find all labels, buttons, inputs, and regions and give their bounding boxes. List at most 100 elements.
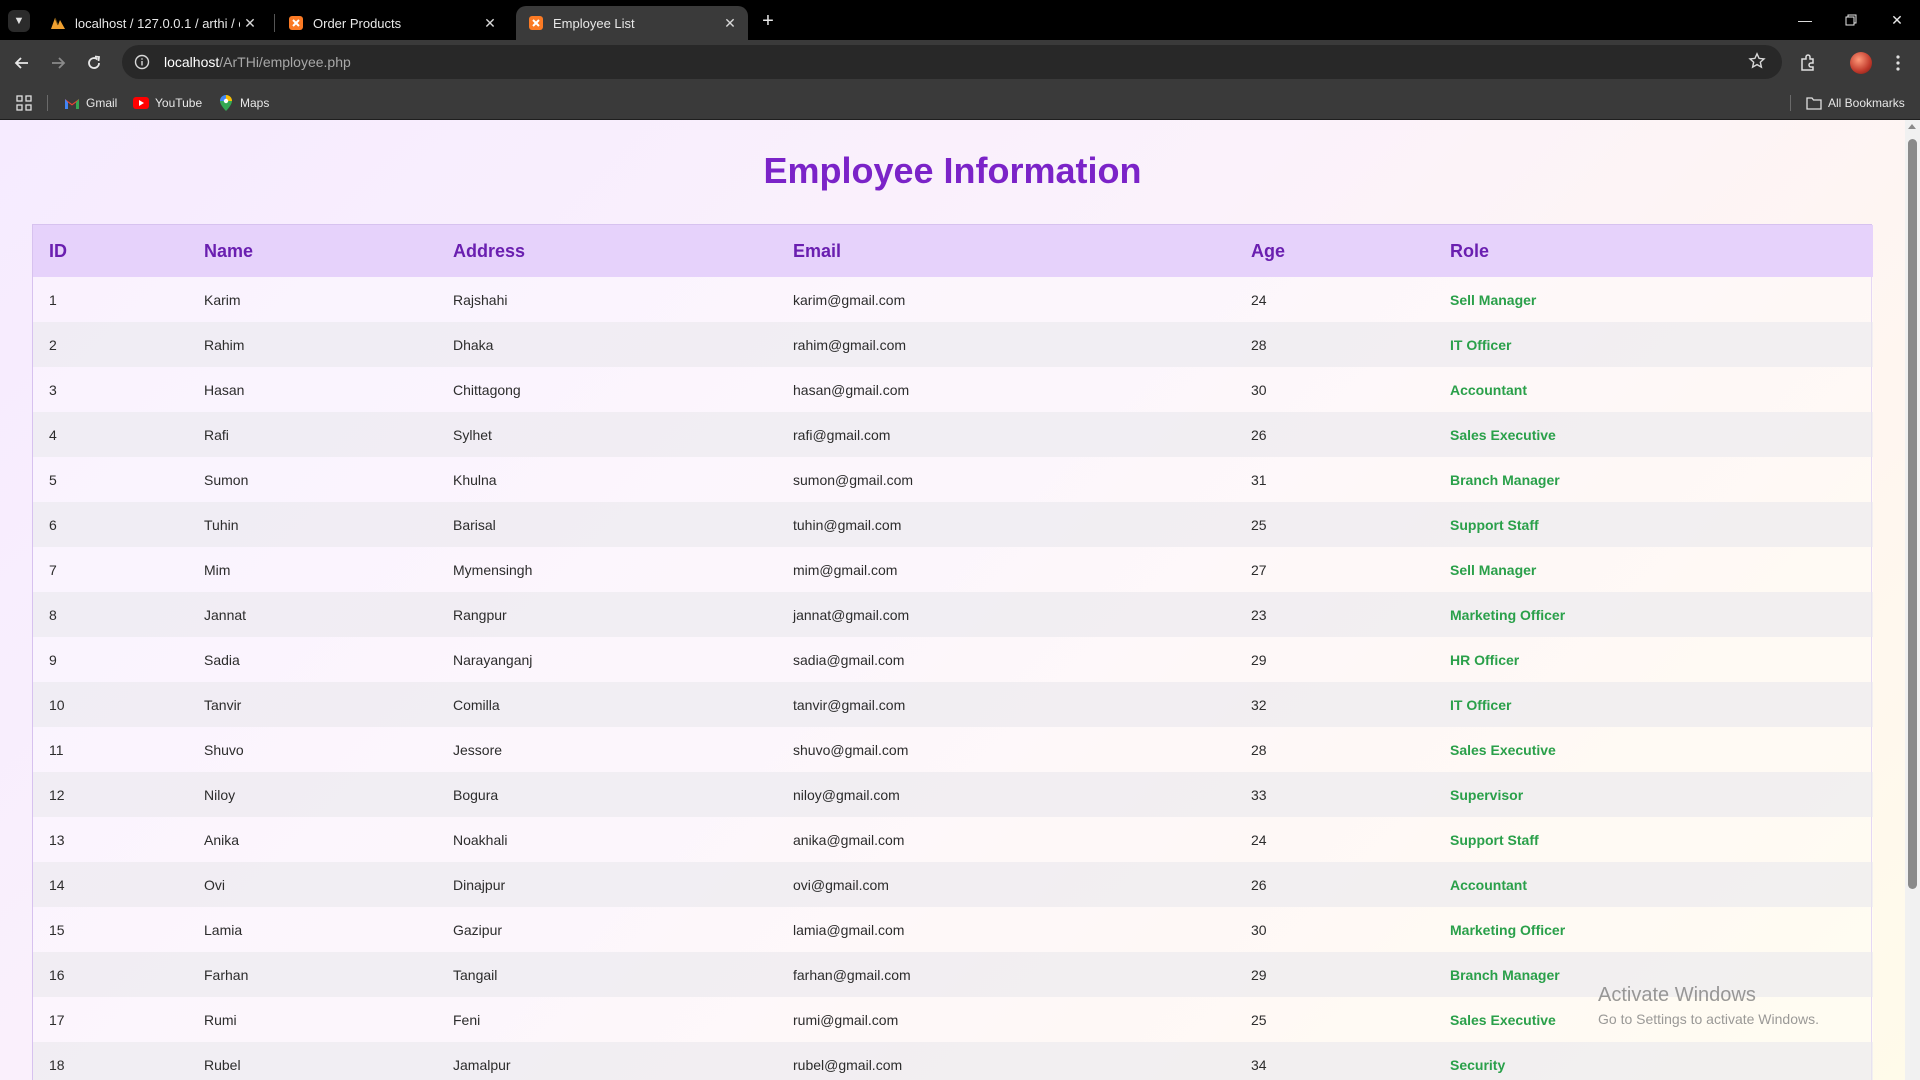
menu-button[interactable] [1884,49,1912,77]
cell-age: 28 [1251,741,1267,758]
tab-phpmyadmin[interactable]: localhost / 127.0.0.1 / arthi / cu ✕ [38,6,268,40]
chevron-down-icon: ▼ [13,15,25,27]
column-header-email: Email [793,240,842,261]
cell-name: Sadia [204,651,240,668]
watermark-title: Activate Windows [1598,984,1756,1006]
cell-address: Tangail [453,966,498,983]
cell-email: shuvo@gmail.com [793,741,909,758]
cell-name: Farhan [204,966,249,983]
cell-name: Rahim [204,336,245,353]
table-row: 13 Anika Noakhali anika@gmail.com 24 Support … [33,817,1873,862]
url-path: /ArTHi/employee.php [219,54,351,70]
cell-email: farhan@gmail.com [793,966,911,983]
table-row: 3 Hasan Chittagong hasan@gmail.com 30 Account… [33,367,1873,412]
cell-name: Karim [204,291,241,308]
apps-button[interactable] [16,93,32,113]
cell-email: mim@gmail.com [793,561,898,578]
cell-role: Support Staff [1450,516,1539,533]
cell-address: Khulna [453,471,497,488]
more-vertical-icon [1896,55,1900,71]
cell-email: jannat@gmail.com [793,606,910,623]
close-icon[interactable]: ✕ [720,13,740,33]
browser-toolbar: localhost/ArTHi/employee.php [0,40,1920,85]
cell-id: 3 [49,381,57,398]
minimize-button[interactable]: — [1782,6,1828,34]
bookmark-youtube[interactable]: YouTube [133,93,202,113]
cell-name: Niloy [204,786,236,803]
cell-age: 26 [1251,876,1267,893]
puzzle-icon [1801,54,1814,71]
cell-id: 11 [49,741,64,758]
cell-role: IT Officer [1450,696,1512,713]
scrollbar-thumb[interactable] [1908,139,1917,889]
cell-email: rubel@gmail.com [793,1056,903,1073]
close-window-button[interactable]: ✕ [1874,6,1920,34]
close-icon[interactable]: ✕ [480,13,500,33]
bookmark-star-icon[interactable] [1748,52,1768,72]
cell-age: 30 [1251,921,1267,938]
table-row: 17 Rumi Feni rumi@gmail.com 25 Sales Executiv… [33,997,1873,1042]
tab-title: localhost / 127.0.0.1 / arthi / cu [75,15,240,31]
cell-id: 1 [49,291,57,308]
cell-address: Chittagong [453,381,521,398]
cell-email: rumi@gmail.com [793,1011,899,1028]
extensions-button[interactable] [1794,49,1822,77]
cell-name: Ovi [204,876,225,893]
bookmark-gmail[interactable]: Gmail [64,93,117,113]
cell-role: Sales Executive [1450,426,1556,443]
address-bar[interactable]: localhost/ArTHi/employee.php [122,45,1782,79]
table-header-row: ID Name Address Email Age Role [33,225,1873,277]
cell-email: karim@gmail.com [793,291,906,308]
page-viewport: Employee Information ID Name Address Ema… [0,120,1920,1080]
cell-role: Supervisor [1450,786,1524,803]
forward-button[interactable] [44,49,72,77]
table-row: 2 Rahim Dhaka rahim@gmail.com 28 IT Officer [33,322,1873,367]
restore-icon [1845,14,1857,26]
bookmarks-bar: Gmail YouTube Maps All Bookmarks [0,85,1920,120]
cell-age: 30 [1251,381,1267,398]
cell-id: 10 [49,696,65,713]
tab-search-button[interactable]: ▼ [8,10,30,32]
cell-address: Feni [453,1011,481,1028]
profile-avatar[interactable] [1850,52,1872,74]
cell-id: 6 [49,516,57,533]
cell-id: 12 [49,786,65,803]
vertical-scrollbar[interactable] [1905,120,1920,1080]
cell-role: Accountant [1450,876,1527,893]
table-row: 4 Rafi Sylhet rafi@gmail.com 26 Sales Executi… [33,412,1873,457]
scroll-up-arrow-icon[interactable] [1908,124,1916,129]
cell-id: 2 [49,336,57,353]
cell-age: 29 [1251,966,1267,983]
cell-age: 27 [1251,561,1267,578]
xampp-icon [288,15,304,31]
close-icon[interactable]: ✕ [240,13,260,33]
cell-name: Lamia [204,921,243,938]
column-header-role: Role [1450,240,1490,261]
tab-title: Order Products [313,15,402,31]
cell-email: anika@gmail.com [793,831,905,848]
tab-order-products[interactable]: Order Products ✕ [276,6,508,40]
cell-role: Security [1450,1056,1506,1073]
url-text: localhost/ArTHi/employee.php [164,54,351,70]
cell-email: sumon@gmail.com [793,471,914,488]
bookmark-label: Maps [240,96,270,110]
cell-age: 33 [1251,786,1267,803]
back-button[interactable] [8,49,36,77]
table-row: 1 Karim Rajshahi karim@gmail.com 24 Sell Mana… [33,277,1873,322]
cell-name: Jannat [204,606,247,623]
column-header-id: ID [49,240,67,261]
employee-table-container: ID Name Address Email Age Role 1 Karim Raj… [32,224,1873,1080]
restore-button[interactable] [1828,6,1874,34]
site-info-icon[interactable] [132,52,152,72]
all-bookmarks-button[interactable]: All Bookmarks [1806,93,1905,113]
column-header-name: Name [204,240,254,261]
new-tab-button[interactable]: + [756,9,780,33]
cell-email: ovi@gmail.com [793,876,889,893]
bookmark-maps[interactable]: Maps [218,93,269,113]
tab-separator [274,14,275,32]
tab-employee-list[interactable]: Employee List ✕ [516,6,748,40]
reload-button[interactable] [80,49,108,77]
close-icon: ✕ [1891,11,1903,28]
cell-name: Tanvir [204,696,242,713]
cell-email: niloy@gmail.com [793,786,900,803]
